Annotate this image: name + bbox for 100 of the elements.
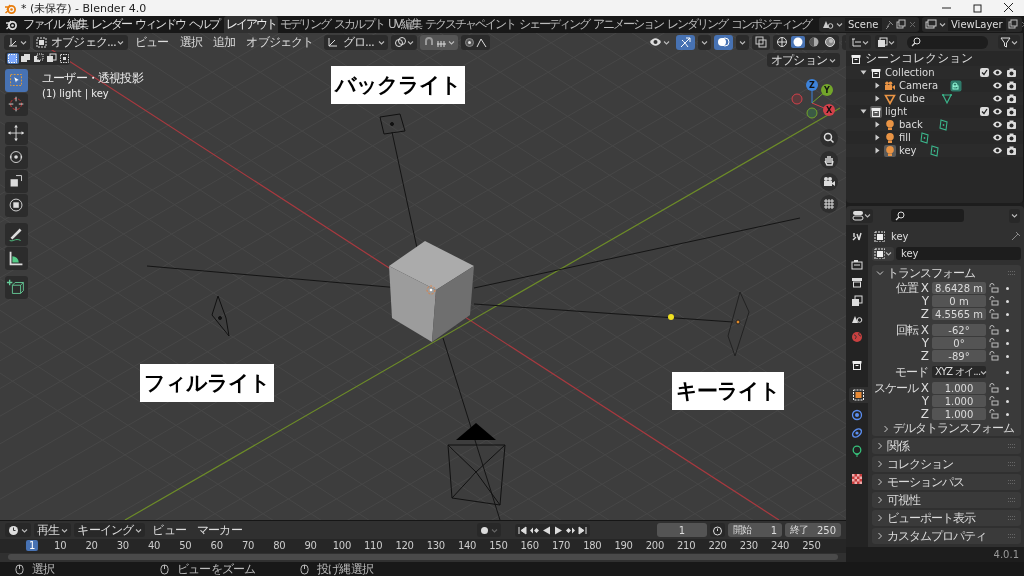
constraints-tab-icon[interactable] <box>851 427 863 439</box>
number-field[interactable]: 1.000 <box>932 408 986 420</box>
jump-start-icon[interactable] <box>516 524 528 536</box>
lock-icon[interactable] <box>988 309 999 319</box>
menu-item[interactable]: ビュー <box>148 521 191 539</box>
light-icon[interactable] <box>884 118 896 131</box>
lock-icon[interactable] <box>988 338 999 348</box>
negative-axis-dot[interactable] <box>806 107 818 119</box>
scene-name-field[interactable]: Scene <box>845 18 882 31</box>
mesh-data-icon[interactable] <box>940 92 953 105</box>
camera-data-icon[interactable] <box>950 79 963 92</box>
rotation-mode-dropdown[interactable]: XYZ オイ... <box>932 366 986 378</box>
lock-icon[interactable] <box>988 296 999 306</box>
menu-item[interactable]: 編集 <box>65 16 89 33</box>
caret-icon[interactable] <box>117 38 125 46</box>
physics-tab-icon[interactable] <box>851 409 863 421</box>
overlay-dropdown[interactable] <box>736 34 750 50</box>
current-frame-field[interactable]: 1 <box>657 523 707 537</box>
caret-icon[interactable] <box>836 21 843 28</box>
workspace-tab[interactable]: レイアウト <box>224 16 278 33</box>
render-camera-icon[interactable] <box>1006 67 1017 78</box>
pin-icon[interactable] <box>884 19 894 30</box>
collection-icon[interactable] <box>870 66 882 79</box>
eye-icon[interactable] <box>992 67 1003 78</box>
tree-root-label[interactable]: シーンコレクション <box>865 50 973 67</box>
workspace-tab[interactable]: レンダリング <box>665 16 729 33</box>
tree-item-label[interactable]: Collection <box>885 67 935 78</box>
eye-icon[interactable] <box>992 80 1003 91</box>
menu-dropdown[interactable]: 再生 <box>34 523 72 537</box>
end-frame-field[interactable]: 終了 250 <box>785 523 841 537</box>
panel-header[interactable]: ビューポート表示 <box>872 510 1021 526</box>
render-camera-icon[interactable] <box>1006 80 1017 91</box>
name-field[interactable]: key <box>896 247 1021 260</box>
gizmo-toggle[interactable] <box>676 34 696 50</box>
mesh-icon[interactable] <box>884 92 896 105</box>
editor-type-button[interactable] <box>4 34 30 50</box>
render-camera-icon[interactable] <box>1006 119 1017 130</box>
render-tab-icon[interactable] <box>851 259 863 271</box>
tool-tab-icon[interactable] <box>851 231 863 243</box>
number-field[interactable]: 4.5565 m <box>932 308 986 320</box>
menu-item[interactable]: ビュー <box>131 33 173 51</box>
workspace-tab[interactable]: UV編集 <box>386 16 423 33</box>
panel-header[interactable]: トランスフォーム <box>872 265 1021 281</box>
menu-item[interactable]: オブジェクト <box>242 33 318 51</box>
options-dropdown[interactable]: オプション <box>767 53 840 67</box>
texture-tab-icon[interactable] <box>851 473 863 485</box>
caret-icon[interactable] <box>701 38 709 46</box>
zoom-icon[interactable] <box>820 129 838 147</box>
record-button[interactable] <box>476 523 501 537</box>
workspace-tab[interactable]: コンポジティング <box>729 16 813 33</box>
world-tab-icon[interactable] <box>851 331 863 343</box>
keyframe-dot-icon[interactable] <box>1004 368 1011 376</box>
lock-icon[interactable] <box>988 283 999 293</box>
drag-handle-icon[interactable] <box>1007 443 1017 449</box>
lock-icon[interactable] <box>988 351 999 361</box>
scene-icon[interactable] <box>821 19 834 30</box>
object-tab-icon[interactable] <box>849 387 868 403</box>
panel-header[interactable]: カスタムプロパティ <box>872 528 1021 544</box>
tree-item-label[interactable]: Cube <box>899 93 925 104</box>
xray-toggle[interactable] <box>752 34 771 50</box>
light-data-icon[interactable] <box>918 131 931 144</box>
number-field[interactable]: 1.000 <box>932 382 986 394</box>
keyframe-dot-icon[interactable] <box>1004 384 1011 392</box>
tree-item-label[interactable]: light <box>885 106 908 117</box>
render-camera-icon[interactable] <box>1006 106 1017 117</box>
select-mode-icon[interactable] <box>59 53 71 64</box>
overlay-toggle[interactable] <box>714 34 734 50</box>
play-reverse-icon[interactable] <box>540 524 552 536</box>
disclosure-triangle-icon[interactable] <box>874 82 881 89</box>
search-field[interactable] <box>907 35 988 49</box>
checkbox[interactable] <box>980 107 989 116</box>
caret-icon[interactable] <box>20 38 27 46</box>
disclosure-triangle-icon[interactable] <box>860 69 867 76</box>
keyframe-dot-icon[interactable] <box>1004 297 1011 305</box>
collection-tab-icon[interactable] <box>851 359 863 371</box>
view-layer-icon[interactable] <box>924 19 937 30</box>
scale-tool-icon[interactable] <box>5 170 28 193</box>
transform-tool-icon[interactable] <box>5 194 28 217</box>
workspace-tab[interactable]: モデリング <box>278 16 332 33</box>
number-field[interactable]: -89° <box>932 350 986 362</box>
disclosure-triangle-icon[interactable] <box>874 147 881 154</box>
workspace-tab[interactable]: スカルプト <box>332 16 386 33</box>
number-field[interactable]: 0 m <box>932 295 986 307</box>
filter-dropdown[interactable] <box>998 35 1020 49</box>
datablock-dropdown[interactable] <box>872 246 894 261</box>
tree-item-label[interactable]: fill <box>899 132 911 143</box>
keyframe-dot-icon[interactable] <box>1004 284 1011 292</box>
view-layer-tab-icon[interactable] <box>851 295 863 307</box>
caret-icon[interactable] <box>378 38 386 46</box>
caret-icon[interactable] <box>980 368 988 376</box>
menu-item[interactable]: レンダー <box>89 16 133 33</box>
workspace-tab[interactable]: テクスチャペイント <box>423 16 517 33</box>
caret-icon[interactable] <box>939 21 946 28</box>
add-cube-tool-icon[interactable] <box>5 276 28 299</box>
keyframe-dot-icon[interactable] <box>1004 339 1011 347</box>
move-tool-icon[interactable] <box>5 122 28 145</box>
light-data-icon[interactable] <box>928 144 941 157</box>
gizmo-dropdown[interactable] <box>698 34 712 50</box>
shading-mode-icon[interactable] <box>791 36 806 48</box>
keyframe-dot-icon[interactable] <box>1004 397 1011 405</box>
